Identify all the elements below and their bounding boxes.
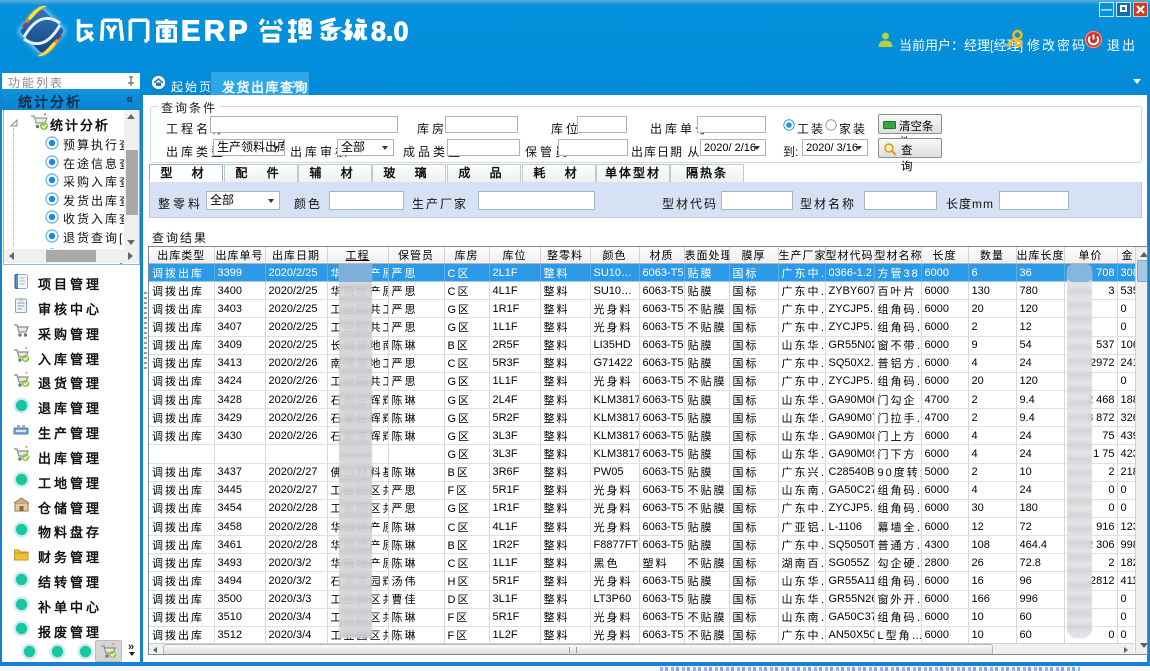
svg-text:8.0: 8.0 xyxy=(371,17,409,47)
svg-text:ERP: ERP xyxy=(181,16,251,48)
